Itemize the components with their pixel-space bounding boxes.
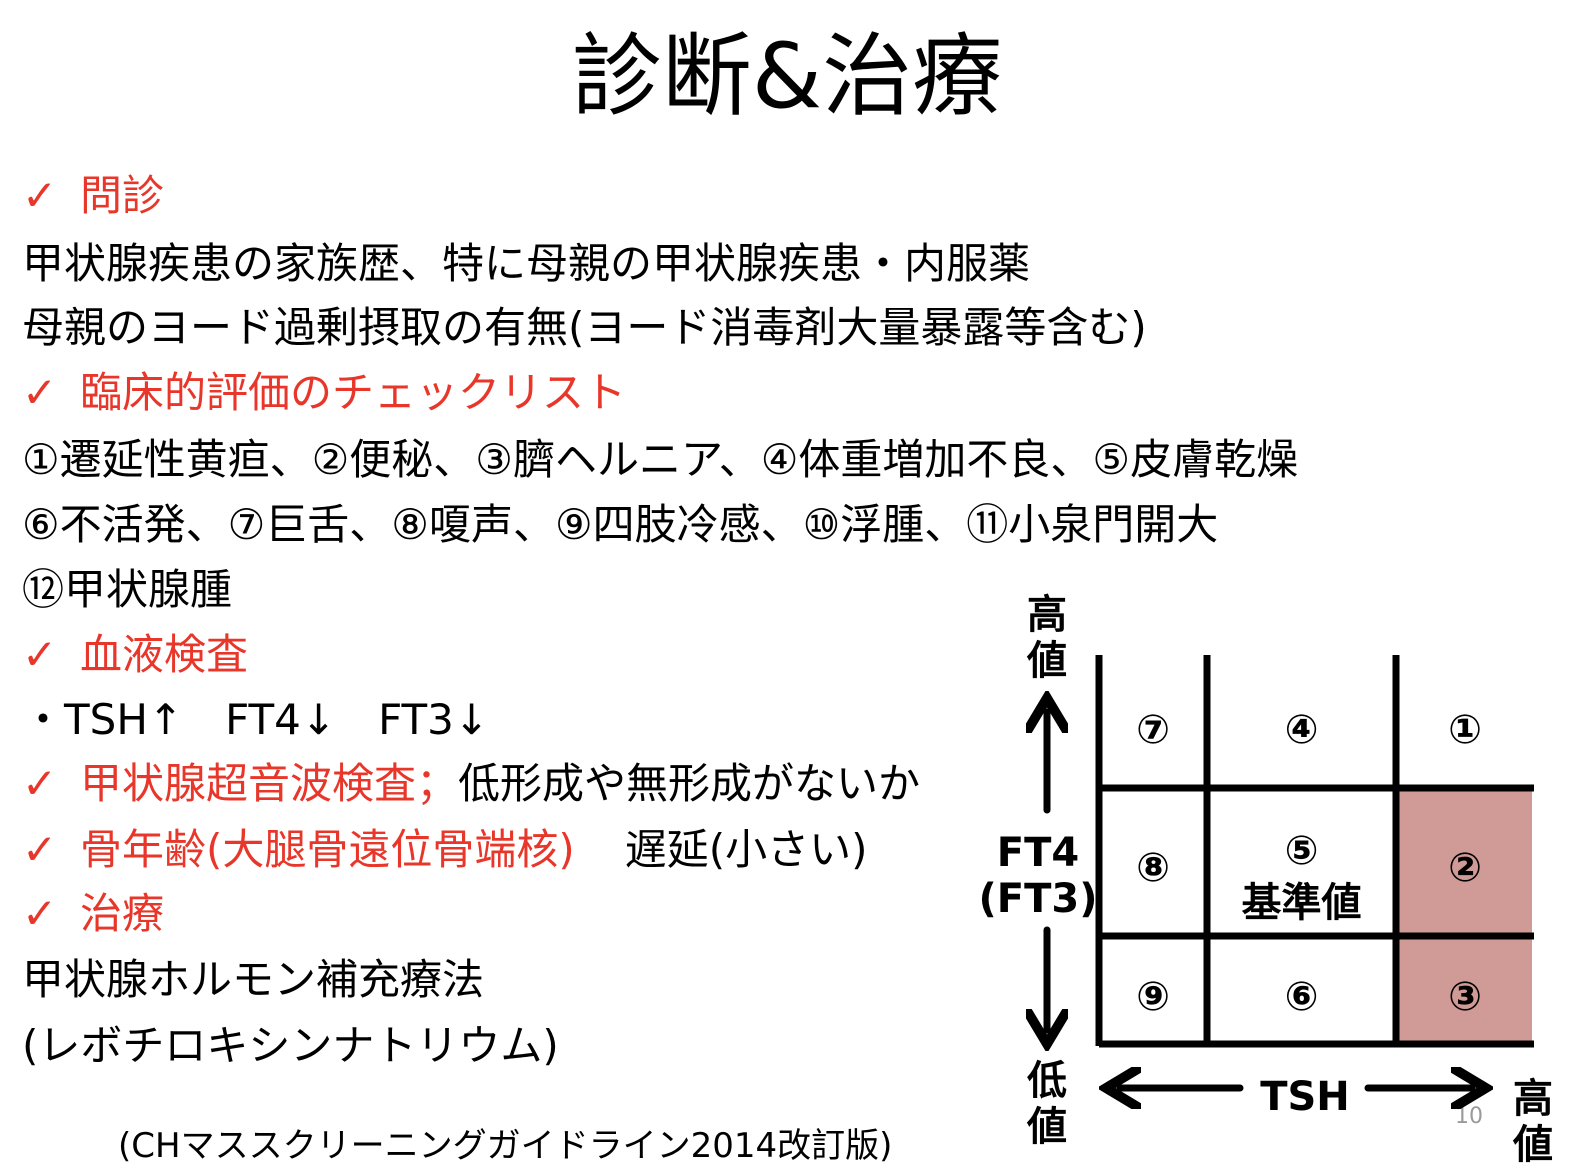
y-high-label: 高 値 [1027, 592, 1067, 684]
section-heading: 甲状腺超音波検査； [80, 759, 459, 808]
check-icon: ✓ [22, 171, 58, 220]
check-icon: ✓ [22, 759, 58, 808]
cell-6: ⑥ [1284, 974, 1319, 1020]
x-axis-label: TSH [1260, 1074, 1350, 1120]
section-blood: ✓ 血液検査 [22, 625, 248, 685]
section-heading: 問診 [80, 171, 165, 220]
check-icon: ✓ [22, 630, 58, 679]
section-detail: 低形成や無形成がないか [458, 759, 921, 808]
section-heading: 血液検査 [80, 630, 249, 679]
section-heading: 骨年齢(大腿骨遠位骨端核) [80, 825, 575, 874]
text-line: ⑥不活発、⑦巨舌、⑧嗄声、⑨四肢冷感、⑩浮腫、⑪小泉門開大 [22, 500, 1219, 549]
section-heading: 臨床的評価のチェックリスト [80, 368, 627, 417]
text-line: 甲状腺疾患の家族歴、特に母親の甲状腺疾患・内服薬 [22, 239, 1031, 288]
y-axis-label: FT4 (FT3) [978, 830, 1098, 922]
section-bone-age: ✓ 骨年齢(大腿骨遠位骨端核) 遅延(小さい) [22, 820, 868, 880]
section-checklist: ✓ 臨床的評価のチェックリスト [22, 363, 626, 423]
cell-2: ② [1448, 845, 1482, 891]
cell-8: ⑧ [1136, 845, 1170, 891]
section-heading: 治療 [80, 889, 165, 938]
check-icon: ✓ [22, 368, 58, 417]
check-icon: ✓ [22, 825, 58, 874]
text-line: (レボチロキシンナトリウム) [22, 1021, 559, 1070]
y-low-label: 低 値 [1027, 1058, 1067, 1150]
cell-7: ⑦ [1136, 707, 1170, 753]
cell-4: ④ [1284, 707, 1319, 753]
page-title: 診断&治療 [571, 24, 1003, 129]
text-line: 母親のヨード過剰摂取の有無(ヨード消毒剤大量暴露等含む) [22, 303, 1147, 352]
section-ultrasound: ✓ 甲状腺超音波検査；低形成や無形成がないか [22, 754, 920, 814]
cell-9: ⑨ [1136, 974, 1170, 1020]
page-number: 10 [1455, 1104, 1483, 1129]
cell-1: ① [1448, 707, 1482, 753]
check-icon: ✓ [22, 889, 58, 938]
text-line: ・TSH↑ FT4↓ FT3↓ [22, 695, 490, 744]
cell-5: ⑤ [1284, 828, 1319, 874]
x-high-label: 高 値 [1513, 1076, 1553, 1168]
section-detail: 遅延(小さい) [624, 825, 868, 874]
source-citation: (CHマススクリーニングガイドライン2014改訂版) [118, 1126, 893, 1166]
text-line: ①遷延性黄疸、②便秘、③臍ヘルニア、④体重増加不良、⑤皮膚乾燥 [22, 435, 1299, 484]
text-line: 甲状腺ホルモン補充療法 [22, 955, 485, 1004]
cell-3: ③ [1448, 974, 1482, 1020]
section-interview: ✓ 問診 [22, 166, 164, 226]
cell-5-reference-label: 基準値 [1241, 880, 1362, 926]
section-treatment: ✓ 治療 [22, 884, 164, 944]
text-line: ⑫甲状腺腫 [22, 565, 233, 614]
